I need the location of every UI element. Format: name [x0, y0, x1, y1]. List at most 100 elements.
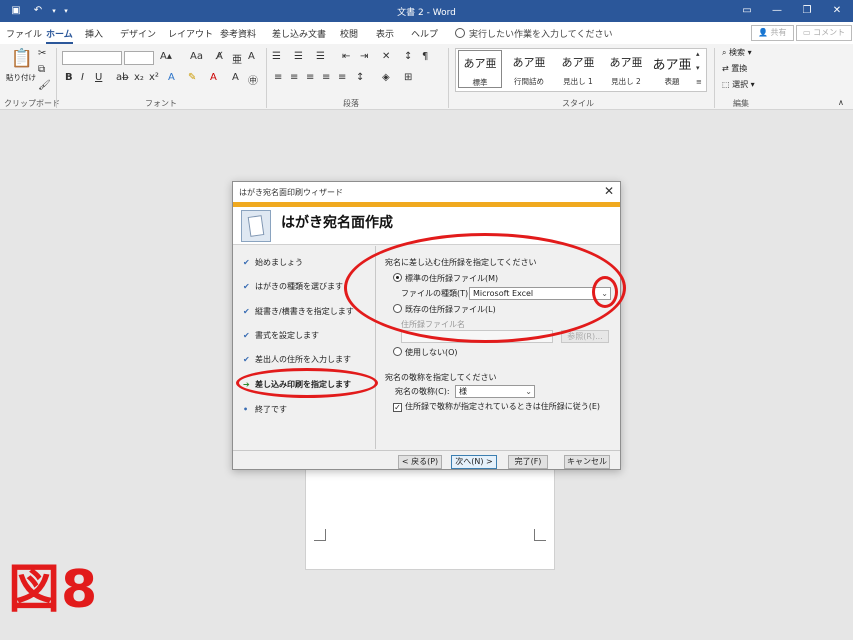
style-no-spacing[interactable]: あア亜 行間詰め	[507, 50, 551, 88]
styles-scroll-down-icon[interactable]: ▾	[696, 64, 700, 72]
wizard-step[interactable]: • 終了です	[243, 404, 287, 415]
checkmark-icon: ✔	[243, 355, 250, 364]
close-icon[interactable]: ✕	[604, 184, 614, 198]
dialog-title-bar[interactable]: はがき宛名面印刷ウィザード ✕	[233, 182, 620, 202]
select-button[interactable]: ⬚ 選択 ▾	[722, 79, 755, 90]
tell-me-box[interactable]: 実行したい作業を入力してください	[455, 27, 612, 40]
style-normal[interactable]: あア亜 標準	[458, 50, 502, 88]
wizard-step[interactable]: ✔ はがきの種類を選びます	[243, 281, 343, 292]
tab-review[interactable]: 校閲	[340, 27, 358, 40]
tab-design[interactable]: デザイン	[120, 27, 156, 40]
step-label: 始めましょう	[255, 258, 303, 267]
show-marks-icon[interactable]: ¶	[422, 51, 428, 62]
italic-button[interactable]: I	[81, 72, 84, 83]
asian-layout-icon[interactable]: ✕	[382, 51, 390, 62]
style-heading-1[interactable]: あア亜 見出し 1	[556, 50, 600, 88]
styles-scroll-up-icon[interactable]: ▴	[696, 50, 700, 58]
align-left-icon[interactable]: ≡	[274, 72, 282, 83]
shading-icon[interactable]: ◈	[382, 72, 390, 83]
share-label: 共有	[770, 28, 787, 37]
subscript-icon[interactable]: x₂	[134, 72, 144, 83]
tab-mailings[interactable]: 差し込み文書	[272, 27, 326, 40]
numbering-icon[interactable]: ☰	[294, 51, 303, 62]
close-window-button[interactable]: ✕	[825, 2, 849, 20]
styles-more-icon[interactable]: ≡	[696, 78, 702, 86]
underline-button[interactable]: U	[95, 72, 102, 83]
tab-view[interactable]: 表示	[376, 27, 394, 40]
format-painter-icon[interactable]: 🖌	[38, 80, 51, 91]
finish-button[interactable]: 完了(F)	[508, 455, 548, 469]
checkbox-checked-icon[interactable]: ✓	[393, 403, 402, 412]
tab-insert[interactable]: 挿入	[85, 27, 103, 40]
highlight-icon[interactable]: ✎	[188, 72, 196, 83]
align-right-icon[interactable]: ≡	[306, 72, 314, 83]
style-sample: あア亜	[609, 56, 643, 69]
align-center-icon[interactable]: ≡	[290, 72, 298, 83]
honorific-section-label: 宛名の敬称を指定してください	[385, 373, 497, 382]
sort-icon[interactable]: ↕	[404, 51, 412, 62]
text-effects-icon[interactable]: A	[168, 72, 175, 83]
character-border-icon[interactable]: A	[248, 51, 255, 62]
tab-file[interactable]: ファイル	[6, 27, 42, 40]
style-name: 表題	[664, 77, 680, 86]
radio-button[interactable]	[393, 347, 402, 356]
minimize-button[interactable]: —	[765, 2, 789, 20]
copy-icon[interactable]: ⧉	[38, 64, 45, 75]
clear-formatting-icon[interactable]: A̸	[216, 51, 223, 62]
tab-home[interactable]: ホーム	[46, 27, 73, 44]
ribbon-display-options-icon[interactable]: ▭	[735, 2, 759, 20]
wizard-step[interactable]: ✔ 書式を設定します	[243, 330, 319, 341]
change-case-icon[interactable]: Aa	[190, 51, 203, 62]
bold-button[interactable]: B	[65, 72, 73, 83]
superscript-icon[interactable]: x²	[149, 72, 159, 83]
justify-icon[interactable]: ≡	[322, 72, 330, 83]
wizard-step[interactable]: ✔ 始めましょう	[243, 257, 303, 268]
tab-references[interactable]: 参考資料	[220, 27, 256, 40]
paste-icon[interactable]: 📋	[9, 48, 35, 72]
document-title: 文書 2 - Word	[397, 8, 456, 18]
share-button[interactable]: 👤 共有	[751, 25, 794, 41]
collapse-ribbon-icon[interactable]: ∧	[838, 98, 844, 107]
decrease-indent-icon[interactable]: ⇤	[342, 51, 350, 62]
find-button[interactable]: ⌕ 検索 ▾	[722, 47, 752, 58]
select-label: 選択	[732, 80, 749, 89]
increase-indent-icon[interactable]: ⇥	[360, 51, 368, 62]
search-icon: ⌕	[722, 48, 727, 57]
person-icon: 👤	[758, 28, 768, 37]
font-size-combo[interactable]	[124, 51, 154, 65]
character-shading-icon[interactable]: A	[232, 72, 239, 83]
chevron-down-icon[interactable]: ⌄	[525, 386, 532, 397]
next-button[interactable]: 次へ(N) >	[451, 455, 497, 469]
bullets-icon[interactable]: ☰	[272, 51, 281, 62]
distributed-icon[interactable]: ≡	[338, 72, 346, 83]
font-color-icon[interactable]: A	[210, 72, 217, 83]
replace-button[interactable]: ⇄ 置換	[722, 63, 747, 74]
honorific-checkbox[interactable]: ✓ 住所録で敬称が指定されているときは住所録に従う(E)	[393, 401, 600, 412]
cancel-button[interactable]: キャンセル	[564, 455, 610, 469]
strikethrough-icon[interactable]: ab̶	[116, 72, 128, 83]
style-title[interactable]: あア亜 表題	[650, 50, 694, 88]
tell-me-text: 実行したい作業を入力してください	[469, 30, 613, 40]
grow-font-icon[interactable]: A▴	[160, 51, 172, 62]
cut-icon[interactable]: ✂	[38, 48, 46, 59]
enclosed-characters-icon[interactable]: ㊥	[248, 72, 258, 87]
restore-button[interactable]: ❐	[795, 2, 819, 20]
comment-button[interactable]: ▭ コメント	[796, 25, 853, 41]
document-page[interactable]	[305, 464, 555, 570]
line-spacing-icon[interactable]: ↕	[356, 72, 364, 83]
back-button[interactable]: < 戻る(P)	[398, 455, 442, 469]
tab-layout[interactable]: レイアウト	[168, 27, 213, 40]
font-name-combo[interactable]	[62, 51, 122, 65]
find-label: 検索	[729, 48, 746, 57]
wizard-step[interactable]: ✔ 縦書き/横書きを指定します	[243, 306, 354, 317]
tab-help[interactable]: ヘルプ	[411, 27, 438, 40]
borders-icon[interactable]: ⊞	[404, 72, 412, 83]
honorific-dropdown[interactable]: 様 ⌄	[455, 385, 535, 398]
radio-no-address[interactable]: 使用しない(O)	[393, 347, 458, 358]
style-heading-2[interactable]: あア亜 見出し 2	[604, 50, 648, 88]
multilevel-list-icon[interactable]: ☰	[316, 51, 325, 62]
phonetic-guide-icon[interactable]: 亜	[232, 51, 242, 66]
dialog-footer: < 戻る(P) 次へ(N) > 完了(F) キャンセル	[233, 450, 620, 470]
paste-label[interactable]: 貼り付け	[6, 72, 36, 83]
wizard-step[interactable]: ✔ 差出人の住所を入力します	[243, 354, 351, 365]
